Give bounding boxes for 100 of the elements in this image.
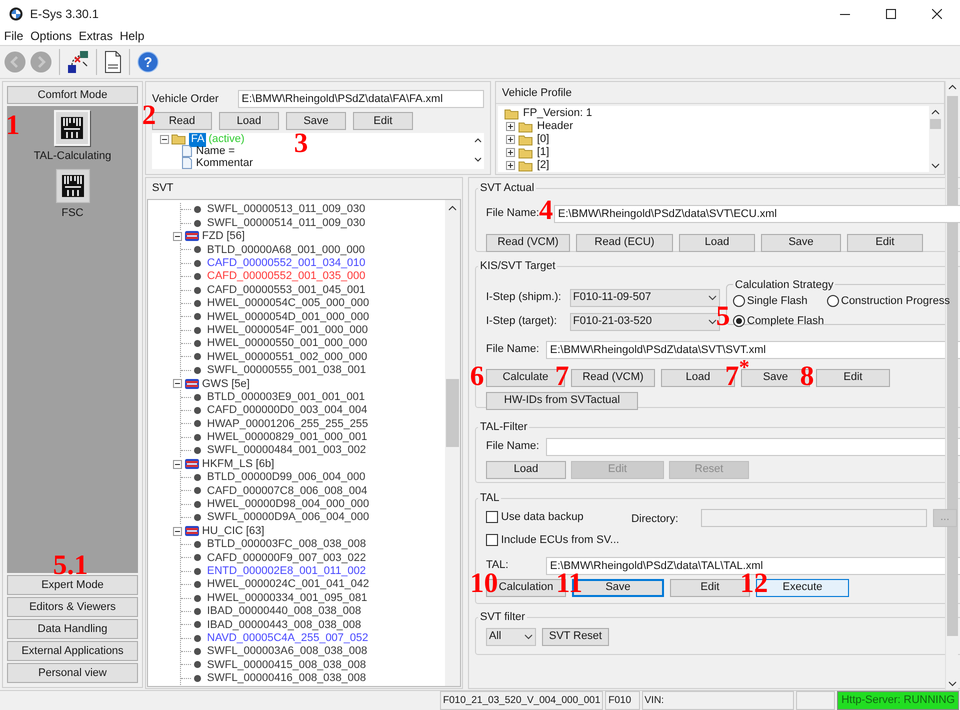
expand-icon[interactable] <box>506 161 515 170</box>
directory-field[interactable] <box>701 508 927 526</box>
annotation-number: 1 <box>6 112 20 140</box>
save-button[interactable]: Save <box>761 234 841 252</box>
maximize-icon[interactable] <box>886 9 896 19</box>
file-path-field[interactable]: E:\BMW\Rheingold\PSdZ\data\SVT\SVT.xml <box>546 340 960 358</box>
scroll-up-icon[interactable] <box>448 204 457 213</box>
panel-title: SVT <box>151 181 174 196</box>
save-button[interactable]: Save <box>286 112 346 130</box>
annotation-number: 6 <box>470 362 484 390</box>
checkbox-label: Include ECUs from SV... <box>501 533 620 548</box>
edit-button[interactable]: Edit <box>847 234 923 252</box>
module-icon <box>184 378 200 390</box>
dropdown-value: F010-21-03-520 <box>573 314 653 330</box>
chip-icon <box>59 115 86 141</box>
group-title: TAL-Filter <box>479 420 528 435</box>
bullet-icon <box>194 608 201 615</box>
data-handling-button[interactable]: Data Handling <box>7 619 138 639</box>
bullet-icon <box>194 500 201 508</box>
field-label: Directory: <box>631 512 680 526</box>
file-path-field[interactable]: E:\BMW\Rheingold\PSdZ\data\FA\FA.xml <box>238 90 484 108</box>
scrollbar[interactable] <box>445 200 460 686</box>
bullet-icon <box>194 434 201 441</box>
file-path-field[interactable]: E:\BMW\Rheingold\PSdZ\data\TAL\TAL.xml <box>546 556 960 574</box>
bullet-icon <box>194 634 201 642</box>
collapse-icon[interactable] <box>160 134 169 144</box>
edit-button[interactable]: Edit <box>353 112 413 130</box>
expand-icon[interactable] <box>506 122 515 131</box>
status-field: F010_21_03_520_V_004_000_001 <box>440 691 604 710</box>
field-label: File Name: <box>486 207 540 222</box>
field-label: I-Step (target): <box>486 314 558 330</box>
bullet-icon <box>194 273 201 280</box>
radio-label: Construction Progress <box>841 294 950 309</box>
scroll-up-icon[interactable] <box>931 108 940 117</box>
group-title: SVT Actual <box>479 181 536 196</box>
bullet-icon <box>194 420 201 428</box>
scrollbar-thumb[interactable] <box>930 119 941 129</box>
checkbox[interactable] <box>486 534 498 546</box>
annotation-number: 3 <box>294 130 308 158</box>
log-document-icon[interactable] <box>104 50 122 74</box>
server-status: Http-Server: RUNNING <box>837 691 959 710</box>
comfort-mode-button[interactable]: Comfort Mode <box>7 86 138 104</box>
personal-view-button[interactable]: Personal view <box>7 663 138 683</box>
mode-tile[interactable] <box>56 168 90 202</box>
bullet-icon <box>194 326 201 334</box>
bullet-icon <box>194 487 201 494</box>
expand-icon[interactable] <box>506 135 515 144</box>
svt-reset-button[interactable]: SVT Reset <box>542 628 609 646</box>
bullet-icon <box>194 514 201 522</box>
collapse-icon[interactable] <box>173 379 182 388</box>
bullet-icon <box>194 540 201 548</box>
load-button[interactable]: Load <box>486 460 566 478</box>
bullet-icon <box>194 206 201 214</box>
group-title: TAL <box>479 491 500 506</box>
radio-button[interactable] <box>733 314 745 327</box>
read-vcm-button[interactable]: Read (VCM) <box>571 368 655 386</box>
bullet-icon <box>194 474 201 481</box>
dropdown[interactable]: F010-11-09-507 <box>570 288 720 306</box>
file-path-field[interactable] <box>546 438 960 456</box>
scroll-down-icon[interactable] <box>931 161 940 170</box>
bullet-icon <box>194 648 201 656</box>
tree-node[interactable]: FA <box>189 133 206 148</box>
help-icon[interactable]: ? <box>137 51 159 73</box>
document-icon <box>182 157 192 169</box>
read-ecu-button[interactable]: Read (ECU) <box>576 234 673 252</box>
radio-button[interactable] <box>733 295 745 308</box>
bullet-icon <box>194 554 201 562</box>
read-vcm-button[interactable]: Read (VCM) <box>486 234 570 252</box>
folder-icon <box>518 134 534 146</box>
radio-button[interactable] <box>827 295 839 308</box>
menu-item[interactable]: File <box>4 30 24 42</box>
load-button[interactable]: Load <box>219 112 279 130</box>
hw-ids-from-svtactual-button[interactable]: HW-IDs from SVTactual <box>486 392 638 410</box>
file-path-field[interactable]: E:\BMW\Rheingold\PSdZ\data\SVT\ECU.xml <box>554 204 960 222</box>
scroll-up-icon[interactable] <box>948 83 956 92</box>
menu-item[interactable]: Extras <box>78 30 113 42</box>
editors-viewers-button[interactable]: Editors & Viewers <box>7 597 138 617</box>
scrollbar[interactable] <box>929 106 942 172</box>
collapse-icon[interactable] <box>173 232 182 241</box>
dropdown[interactable]: All <box>486 628 536 646</box>
close-icon[interactable] <box>932 9 942 19</box>
expand-icon[interactable] <box>506 148 515 157</box>
folder-icon <box>518 160 534 172</box>
group-title: KIS/SVT Target <box>479 259 556 274</box>
status-field: VIN: <box>642 691 794 710</box>
dropdown-value: F010-11-09-507 <box>573 290 652 306</box>
scrollbar-thumb[interactable] <box>446 379 459 447</box>
collapse-icon[interactable] <box>173 460 182 469</box>
tile-label: TAL-Calculating <box>34 149 112 164</box>
menu-item[interactable]: Options <box>30 30 72 42</box>
edit-button[interactable]: Edit <box>816 368 890 386</box>
expert-mode-button[interactable]: Expert Mode <box>7 575 138 595</box>
external-applications-button[interactable]: External Applications <box>7 641 138 661</box>
menu-item[interactable]: Help <box>120 30 144 42</box>
collapse-icon[interactable] <box>173 526 182 536</box>
radio-label: Complete Flash <box>747 314 824 328</box>
scroll-down-icon[interactable] <box>948 679 956 688</box>
checkbox[interactable] <box>486 510 498 523</box>
load-button[interactable]: Load <box>679 234 755 252</box>
connection-icon[interactable] <box>67 50 89 74</box>
